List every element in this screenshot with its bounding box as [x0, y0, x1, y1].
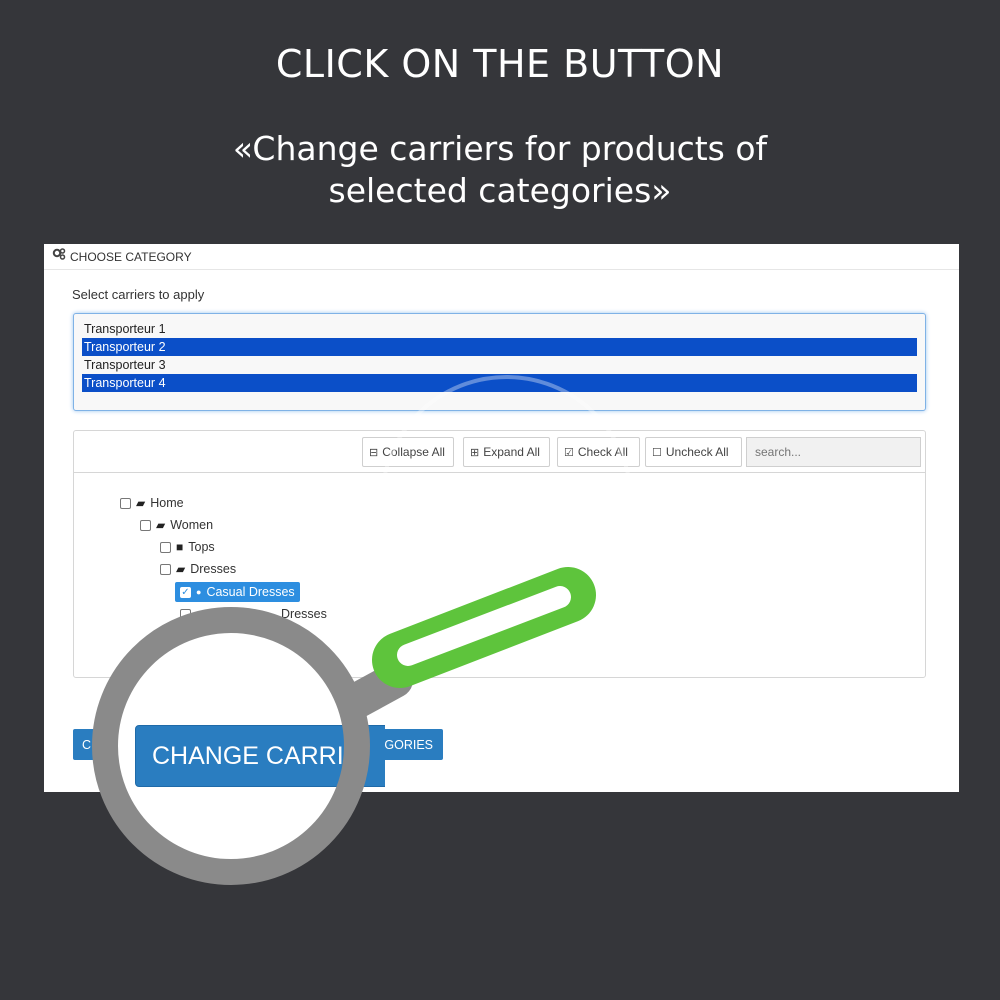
tree-node-dresses[interactable]: ▰ Dresses — [160, 559, 236, 579]
headline-line-1: CLICK ON THE BUTTON — [275, 42, 725, 86]
tree-node-label: Tops — [188, 540, 215, 554]
carrier-option[interactable]: Transporteur 1 — [82, 320, 917, 338]
folder-open-icon: ▰ — [136, 496, 146, 510]
tree-node-label: Women — [170, 518, 214, 532]
folder-open-icon: ▰ — [156, 518, 166, 532]
headline-title: CLICK ON THE BUTTON — [0, 42, 1000, 86]
submit-label-start: C — [82, 737, 92, 752]
collapse-all-label: Collapse All — [382, 445, 445, 459]
tree-toolbar: ⊟ Collapse All ⊞ Expand All ☑ Check All … — [74, 431, 925, 473]
tree-node-partial[interactable]: Dresses — [180, 604, 327, 624]
choose-category-panel: CHOOSE CATEGORY Select carriers to apply… — [44, 244, 959, 792]
carrier-option[interactable]: Transporteur 2 — [82, 338, 917, 356]
category-tree: ⊟ Collapse All ⊞ Expand All ☑ Check All … — [73, 430, 926, 678]
bullet-icon: ● — [196, 587, 202, 597]
headline-subtitle: «Change carriers for products of selecte… — [0, 128, 1000, 212]
submit-label-end: ATEGORIES — [360, 737, 433, 752]
tree-node-label: Dresses — [281, 607, 327, 621]
folder-icon: ■ — [176, 540, 184, 554]
panel-header-title: CHOOSE CATEGORY — [70, 249, 192, 264]
carriers-label: Select carriers to apply — [72, 287, 205, 302]
tree-node-women[interactable]: ▰ Women — [140, 515, 213, 535]
carrier-option[interactable]: Transporteur 4 — [82, 374, 917, 392]
tree-node-label: Dresses — [190, 562, 237, 576]
collapse-icon: ⊟ — [369, 446, 379, 459]
tree-node-casual-dresses[interactable]: ✓ ● Casual Dresses — [175, 582, 300, 602]
checkbox[interactable] — [140, 519, 151, 531]
checkbox-checked[interactable]: ✓ — [180, 586, 191, 598]
headline-line-3: selected categories» — [328, 171, 672, 210]
check-all-button[interactable]: ☑ Check All — [557, 437, 640, 467]
carriers-multiselect[interactable]: Transporteur 1 Transporteur 2 Transporte… — [73, 313, 926, 411]
checked-box-icon: ☑ — [564, 446, 574, 459]
checkbox[interactable] — [180, 608, 191, 620]
tree-node-label: Home — [150, 496, 184, 510]
change-carriers-button[interactable]: C ATEGORIES — [73, 729, 443, 760]
headline-line-2: «Change carriers for products of — [232, 129, 768, 168]
unchecked-box-icon: ☐ — [652, 446, 662, 459]
tree-node-tops[interactable]: ■ Tops — [160, 537, 215, 557]
tree-search-input[interactable] — [746, 437, 921, 467]
carrier-option[interactable]: Transporteur 3 — [82, 356, 917, 374]
expand-icon: ⊞ — [470, 446, 480, 459]
expand-all-button[interactable]: ⊞ Expand All — [463, 437, 550, 467]
gears-icon — [52, 246, 66, 268]
expand-all-label: Expand All — [483, 445, 540, 459]
uncheck-all-button[interactable]: ☐ Uncheck All — [645, 437, 742, 467]
tree-node-label: Casual Dresses — [206, 585, 295, 599]
folder-open-icon: ▰ — [176, 562, 186, 576]
checkbox[interactable] — [160, 541, 171, 553]
uncheck-all-label: Uncheck All — [665, 445, 729, 459]
tree-node-home[interactable]: ▰ Home — [120, 493, 184, 513]
check-all-label: Check All — [577, 445, 628, 459]
panel-header: CHOOSE CATEGORY — [44, 244, 959, 270]
checkbox[interactable] — [160, 563, 171, 575]
collapse-all-button[interactable]: ⊟ Collapse All — [362, 437, 454, 467]
checkbox[interactable] — [120, 497, 131, 509]
